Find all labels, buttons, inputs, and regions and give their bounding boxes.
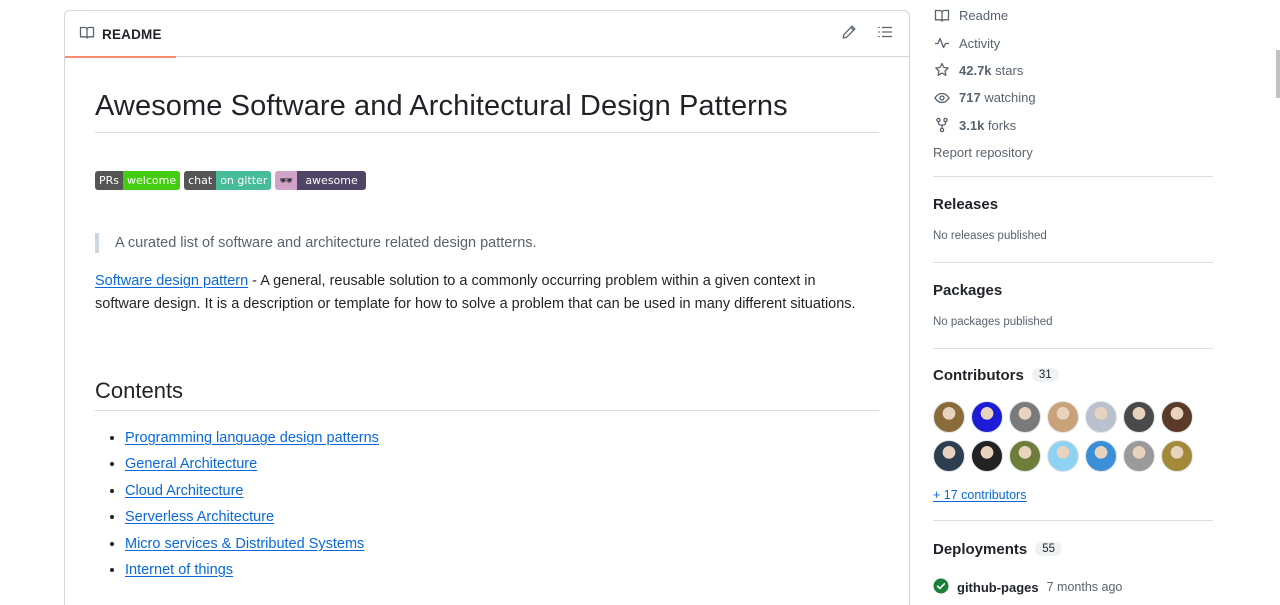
check-circle-icon	[933, 578, 949, 597]
sunglasses-icon: 🕶	[275, 171, 298, 190]
deployments-count: 55	[1035, 542, 1062, 557]
intro-text-rest: software design. It is a description or …	[95, 295, 856, 312]
badge-right: awesome	[297, 171, 366, 190]
contributors-heading[interactable]: Contributors 31	[933, 367, 1213, 384]
avatar[interactable]	[1123, 400, 1155, 433]
stars-value: 42.7k stars	[959, 62, 1024, 78]
more-contributors-link[interactable]: + 17 contributors	[933, 488, 1213, 502]
star-icon	[933, 62, 950, 78]
sidebar-item-label: Activity	[959, 35, 1001, 51]
tab-readme[interactable]: README	[65, 11, 176, 58]
deployments-section: Deployments 55 github-pages 7 months ago	[933, 519, 1213, 597]
avatar[interactable]	[1085, 400, 1117, 433]
toc-link-serverless-architecture[interactable]: Serverless Architecture	[125, 509, 274, 525]
list-item: Programming language design patterns	[125, 425, 879, 451]
deployment-time: 7 months ago	[1046, 580, 1123, 595]
page-scrollbar[interactable]	[1272, 0, 1280, 605]
chat-gitter-badge[interactable]: chat on gitter	[184, 171, 272, 190]
intro-paragraph: Software design pattern - A general, reu…	[95, 270, 865, 315]
deployment-item[interactable]: github-pages 7 months ago	[933, 578, 1213, 597]
badge-right: on gitter	[216, 171, 272, 190]
deployment-env: github-pages	[957, 579, 1039, 595]
scrollbar-thumb[interactable]	[1276, 50, 1280, 98]
packages-note: No packages published	[933, 315, 1053, 328]
avatar[interactable]	[1161, 400, 1193, 433]
toc-link-cloud-architecture[interactable]: Cloud Architecture	[125, 483, 243, 499]
software-design-pattern-link[interactable]: Software design pattern	[95, 273, 248, 289]
badge-left: PRs	[95, 171, 124, 190]
list-item: Internet of things	[125, 557, 879, 583]
sidebar-item-forks[interactable]: 3.1k forks	[933, 112, 1213, 139]
releases-section: Releases No releases published	[933, 175, 1213, 262]
awesome-badge[interactable]: 🕶 awesome	[275, 171, 366, 190]
avatar[interactable]	[1009, 439, 1041, 472]
avatar[interactable]	[1085, 439, 1117, 472]
toc-list: Programming language design patterns Gen…	[95, 425, 879, 583]
releases-note: No releases published	[933, 229, 1047, 242]
pencil-icon	[841, 24, 857, 45]
avatar[interactable]	[971, 400, 1003, 433]
forks-value: 3.1k forks	[959, 117, 1017, 133]
toc-link-micro-services[interactable]: Micro services & Distributed Systems	[125, 536, 364, 552]
contributor-avatars	[933, 400, 1213, 472]
watching-value: 717 watching	[959, 90, 1036, 106]
sidebar-item-activity[interactable]: Activity	[933, 29, 1213, 56]
toc-link-general-architecture[interactable]: General Architecture	[125, 456, 257, 472]
sidebar-item-label: Readme	[959, 8, 1009, 24]
readme-header: README	[65, 11, 909, 58]
sidebar-item-watching[interactable]: 717 watching	[933, 84, 1213, 111]
book-icon	[79, 25, 95, 44]
avatar[interactable]	[971, 439, 1003, 472]
avatar[interactable]	[1047, 400, 1079, 433]
sidebar-item-readme[interactable]: Readme	[933, 2, 1213, 29]
toc-link-programming-language[interactable]: Programming language design patterns	[125, 430, 379, 446]
badge-row: PRs welcome chat on gitter 🕶 awesome	[95, 171, 879, 190]
deployments-heading[interactable]: Deployments 55	[933, 541, 1213, 558]
contributors-count: 31	[1031, 368, 1059, 383]
outline-button[interactable]	[874, 23, 896, 45]
description-quote: A curated list of software and architect…	[95, 233, 879, 253]
avatar[interactable]	[1123, 439, 1155, 472]
releases-heading[interactable]: Releases	[933, 196, 1213, 213]
pulse-icon	[933, 35, 950, 51]
list-item: Cloud Architecture	[125, 478, 879, 504]
avatar[interactable]	[1009, 400, 1041, 433]
intro-text-line1: - A general, reusable solution to a comm…	[248, 273, 816, 289]
avatar[interactable]	[1161, 439, 1193, 472]
packages-heading[interactable]: Packages	[933, 282, 1213, 299]
list-item: General Architecture	[125, 451, 879, 477]
readme-title: Awesome Software and Architectural Desig…	[95, 90, 879, 133]
eye-icon	[933, 90, 950, 106]
contents-heading: Contents	[95, 378, 879, 411]
prs-welcome-badge[interactable]: PRs welcome	[95, 171, 181, 190]
avatar[interactable]	[933, 439, 965, 472]
repo-sidebar: Readme Activity 42.7k stars 717 watching…	[933, 0, 1213, 597]
packages-section: Packages No packages published	[933, 261, 1213, 348]
sidebar-item-stars[interactable]: 42.7k stars	[933, 57, 1213, 84]
list-item: Serverless Architecture	[125, 504, 879, 530]
badge-right: welcome	[123, 171, 181, 190]
toc-link-internet-of-things[interactable]: Internet of things	[125, 562, 233, 578]
report-repository-link[interactable]: Report repository	[933, 139, 1213, 166]
fork-icon	[933, 117, 950, 133]
contributors-section: Contributors 31 + 17 contributors	[933, 347, 1213, 520]
avatar[interactable]	[1047, 439, 1079, 472]
readme-panel: README Awesome Software and Architectura…	[64, 10, 910, 605]
list-icon	[877, 24, 893, 45]
readme-body: Awesome Software and Architectural Desig…	[65, 90, 909, 583]
avatar[interactable]	[933, 400, 965, 433]
edit-button[interactable]	[838, 23, 860, 45]
badge-left: chat	[184, 171, 217, 190]
tab-readme-label: README	[102, 26, 162, 42]
list-item: Micro services & Distributed Systems	[125, 531, 879, 557]
book-icon	[933, 8, 950, 24]
